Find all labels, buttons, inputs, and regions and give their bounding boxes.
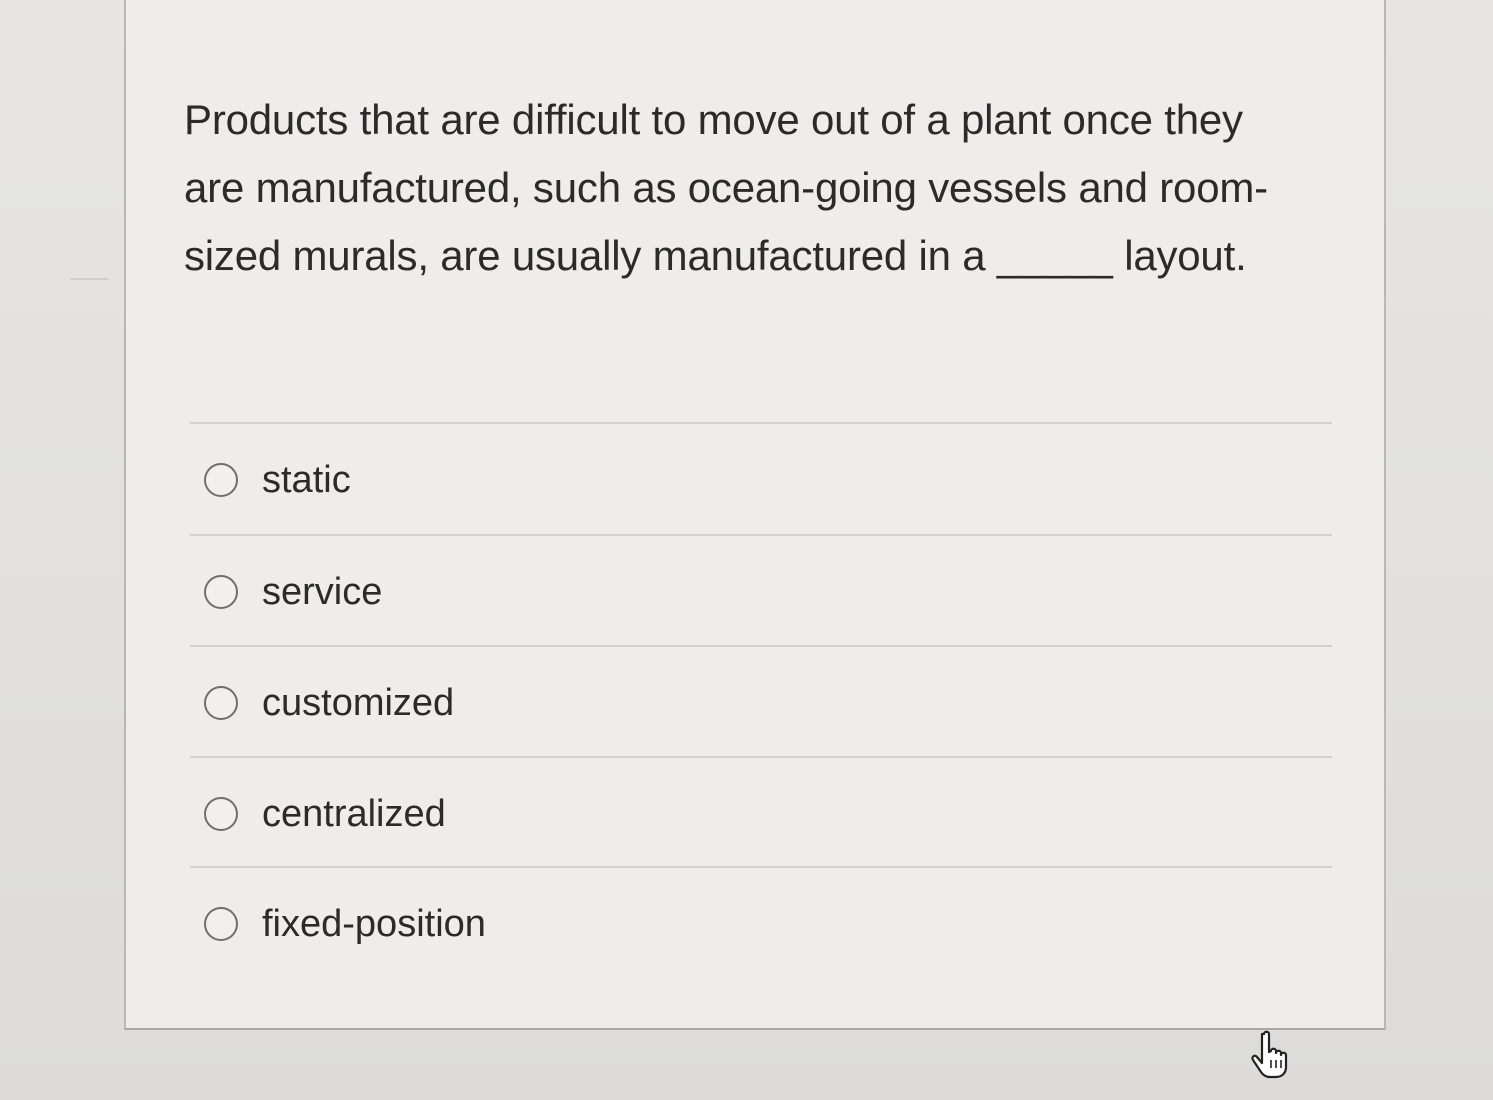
hand-pointer-icon [1251,1030,1288,1079]
option-static[interactable]: static [204,450,351,510]
radio-button-icon[interactable] [204,686,238,720]
radio-button-icon[interactable] [204,797,238,831]
radio-button-icon[interactable] [204,907,238,941]
option-label: centralized [262,793,446,835]
option-label: fixed-position [262,903,486,945]
divider [190,866,1332,868]
divider [190,756,1332,758]
page-edge-mark [70,278,108,280]
screen: Products that are difficult to move out … [0,0,1493,1100]
radio-button-icon[interactable] [204,463,238,497]
option-centralized[interactable]: centralized [204,784,446,844]
option-customized[interactable]: customized [204,673,454,733]
question-text: Products that are difficult to move out … [184,96,1268,279]
option-fixed-position[interactable]: fixed-position [204,894,486,954]
option-label: customized [262,682,455,724]
divider [190,422,1332,424]
divider [190,645,1332,647]
option-service[interactable]: service [204,562,382,622]
option-label: service [262,571,383,613]
divider [190,534,1332,536]
radio-button-icon[interactable] [204,575,238,609]
option-label: static [262,459,351,501]
